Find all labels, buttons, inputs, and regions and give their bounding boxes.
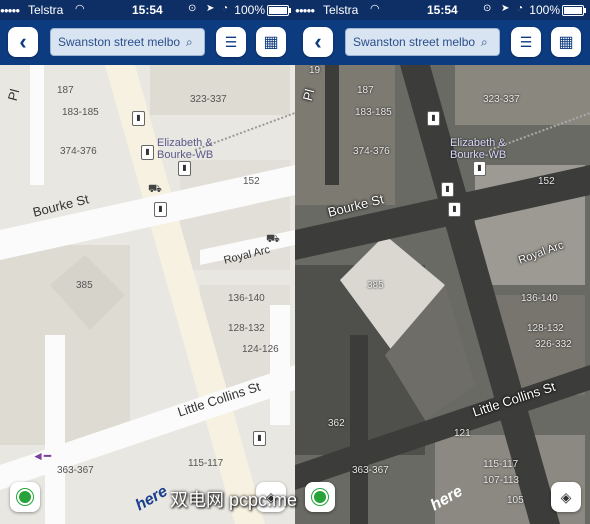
- grid-menu-button[interactable]: ▦: [256, 27, 286, 57]
- clock: 15:54: [132, 3, 163, 17]
- building-number: 115-117: [483, 459, 519, 470]
- status-bar: ●●●●● Telstra ◠ 15:54 ⊙ ➤ ◔ 100%: [295, 0, 590, 20]
- tram-stop-icon[interactable]: ▮: [178, 161, 191, 176]
- search-field[interactable]: Swanston street melbo ⌕: [345, 28, 500, 56]
- map-screen-satellite: ●●●●● Telstra ◠ 15:54 ⊙ ➤ ◔ 100% ‹ Swans…: [295, 0, 590, 524]
- building-number: 19: [309, 65, 321, 76]
- map-view-standard[interactable]: 187 183-185 374-376 152 385 136-140 128-…: [0, 65, 295, 524]
- tram-stop-icon[interactable]: ▮: [441, 182, 454, 197]
- map-screen-standard: ●●●●● Telstra ◠ 15:54 ⊙ ➤ ◔ 100% ‹ Swans…: [0, 0, 295, 524]
- layers-icon: ◈: [560, 488, 572, 505]
- tram-stop-label[interactable]: Elizabeth & Bourke-WB: [450, 137, 506, 161]
- location-dot-icon: [17, 489, 33, 505]
- tram-stop-icon[interactable]: ▮: [132, 111, 145, 126]
- lock-icon: ⊙: [188, 3, 197, 14]
- building-number: 152: [243, 176, 260, 187]
- tram-stop-label-line1: Elizabeth &: [157, 137, 213, 149]
- search-input-text: Swanston street melbo: [353, 35, 476, 49]
- lock-icon: ⊙: [483, 3, 492, 14]
- chevron-left-icon: ‹: [19, 29, 27, 54]
- wifi-icon: ◠: [75, 3, 85, 15]
- chevron-left-icon: ‹: [314, 29, 322, 54]
- list-view-button[interactable]: ☰: [216, 27, 246, 57]
- back-button[interactable]: ‹: [8, 27, 38, 57]
- battery-icon: [562, 5, 586, 16]
- signal-icon: ●●●●●: [295, 6, 315, 15]
- grid-icon: ▦: [558, 34, 574, 51]
- building-number: 136-140: [521, 293, 558, 304]
- tram-stop-icon[interactable]: ▮: [154, 202, 167, 217]
- shopping-cart-icon: ⛟: [266, 233, 280, 245]
- building-number: 107-113: [483, 475, 519, 486]
- signal-icon: ●●●●●: [0, 6, 20, 15]
- back-button[interactable]: ‹: [303, 27, 333, 57]
- building-number: 323-337: [190, 94, 227, 105]
- tram-stop-label-line2: Bourke-WB: [450, 149, 507, 161]
- battery-percent: 100%: [529, 3, 560, 17]
- building-number: 152: [538, 176, 555, 187]
- one-way-arrow-icon: ◄━: [32, 449, 52, 463]
- location-arrow-icon: ➤: [501, 3, 510, 14]
- tram-stop-icon[interactable]: ▮: [253, 431, 266, 446]
- building-number: 374-376: [60, 146, 97, 157]
- clock: 15:54: [427, 3, 458, 17]
- building-number: 363-367: [352, 465, 389, 476]
- building-number: 374-376: [353, 146, 390, 157]
- building-number: 128-132: [228, 323, 265, 334]
- grid-icon: ▦: [263, 34, 279, 51]
- my-location-button[interactable]: [10, 482, 40, 512]
- site-watermark: 双电网 pcpc.me: [170, 490, 298, 510]
- building-number: 187: [357, 85, 374, 96]
- building-number: 187: [57, 85, 74, 96]
- carrier-label: Telstra: [323, 3, 359, 17]
- location-dot-icon: [312, 489, 328, 505]
- top-toolbar: ‹ Swanston street melbo ⌕ ☰ ▦: [295, 20, 590, 65]
- tram-stop-icon[interactable]: ▮: [473, 161, 486, 176]
- carrier-label: Telstra: [28, 3, 64, 17]
- building-number: 362: [328, 418, 345, 429]
- my-location-button[interactable]: [305, 482, 335, 512]
- tram-stop-label-line2: Bourke-WB: [157, 149, 214, 161]
- building-number: 115-117: [188, 458, 224, 469]
- tram-stop-icon[interactable]: ▮: [427, 111, 440, 126]
- map-view-satellite[interactable]: 19 187 183-185 374-376 152 385 136-140 1…: [295, 65, 590, 524]
- location-arrow-icon: ➤: [206, 3, 215, 14]
- layers-button[interactable]: ◈: [551, 482, 581, 512]
- top-toolbar: ‹ Swanston street melbo ⌕ ☰ ▦: [0, 20, 295, 65]
- building-number: 124-126: [242, 344, 279, 355]
- tram-stop-icon[interactable]: ▮: [141, 145, 154, 160]
- search-field[interactable]: Swanston street melbo ⌕: [50, 28, 205, 56]
- tram-stop-label[interactable]: Elizabeth & Bourke-WB: [157, 137, 213, 161]
- building-number: 363-367: [57, 465, 94, 476]
- search-icon: ⌕: [186, 34, 193, 49]
- search-icon: ⌕: [481, 34, 488, 49]
- building-number: 323-337: [483, 94, 520, 105]
- shopping-cart-icon: ⛟: [148, 183, 162, 195]
- building-number: 128-132: [527, 323, 564, 334]
- building-number: 326-332: [535, 339, 572, 350]
- wifi-icon: ◠: [370, 3, 380, 15]
- alarm-icon: ◔: [517, 3, 524, 14]
- battery-icon: [267, 5, 291, 16]
- building-number: 121: [454, 428, 471, 439]
- list-icon: ☰: [519, 33, 533, 50]
- tram-stop-label-line1: Elizabeth &: [450, 137, 506, 149]
- building-number: 385: [367, 280, 384, 291]
- app-screenshot-pair: ●●●●● Telstra ◠ 15:54 ⊙ ➤ ◔ 100% ‹ Swans…: [0, 0, 590, 524]
- tram-stop-icon[interactable]: ▮: [448, 202, 461, 217]
- list-icon: ☰: [224, 33, 238, 50]
- list-view-button[interactable]: ☰: [511, 27, 541, 57]
- alarm-icon: ◔: [222, 3, 229, 14]
- search-input-text: Swanston street melbo: [58, 35, 181, 49]
- status-bar: ●●●●● Telstra ◠ 15:54 ⊙ ➤ ◔ 100%: [0, 0, 295, 20]
- building-number: 105: [507, 495, 524, 506]
- building-number: 183-185: [355, 107, 392, 118]
- building-number: 183-185: [62, 107, 99, 118]
- battery-percent: 100%: [234, 3, 265, 17]
- building-number: 136-140: [228, 293, 265, 304]
- building-number: 385: [76, 280, 93, 291]
- grid-menu-button[interactable]: ▦: [551, 27, 581, 57]
